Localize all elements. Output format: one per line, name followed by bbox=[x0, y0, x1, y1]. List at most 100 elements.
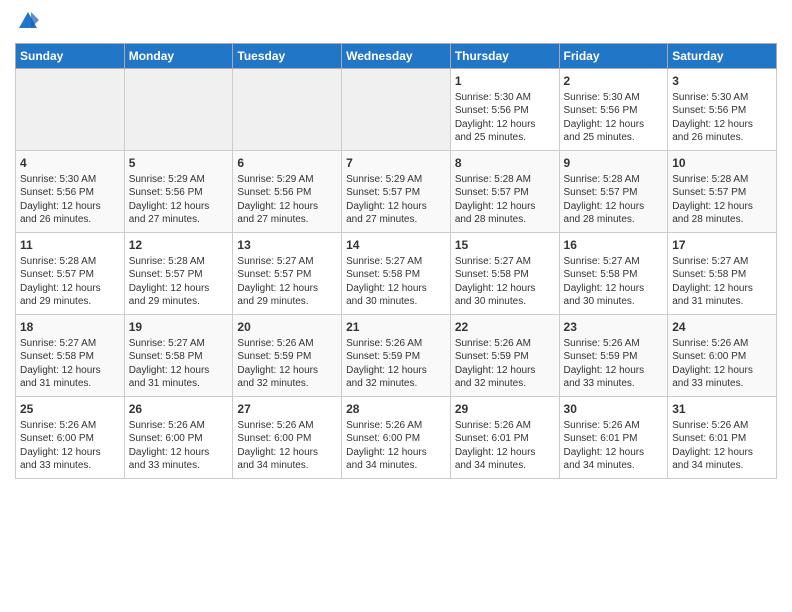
page-container: SundayMondayTuesdayWednesdayThursdayFrid… bbox=[0, 0, 792, 489]
cell-text: and 25 minutes. bbox=[564, 131, 664, 145]
day-header: Friday bbox=[559, 43, 668, 68]
calendar-cell: 12Sunrise: 5:28 AMSunset: 5:57 PMDayligh… bbox=[124, 232, 233, 314]
cell-text: Sunset: 6:00 PM bbox=[672, 350, 772, 364]
day-number: 21 bbox=[346, 319, 446, 335]
cell-text: Sunrise: 5:29 AM bbox=[129, 173, 229, 187]
calendar-week-row: 18Sunrise: 5:27 AMSunset: 5:58 PMDayligh… bbox=[16, 314, 777, 396]
calendar-week-row: 4Sunrise: 5:30 AMSunset: 5:56 PMDaylight… bbox=[16, 150, 777, 232]
cell-text: Sunset: 5:59 PM bbox=[237, 350, 337, 364]
day-number: 11 bbox=[20, 237, 120, 253]
cell-text: and 33 minutes. bbox=[20, 459, 120, 473]
calendar-week-row: 25Sunrise: 5:26 AMSunset: 6:00 PMDayligh… bbox=[16, 396, 777, 478]
cell-text: and 33 minutes. bbox=[129, 459, 229, 473]
cell-text: and 34 minutes. bbox=[672, 459, 772, 473]
day-number: 1 bbox=[455, 73, 555, 89]
cell-text: and 28 minutes. bbox=[455, 213, 555, 227]
cell-text: Daylight: 12 hours bbox=[346, 200, 446, 214]
cell-text: Daylight: 12 hours bbox=[564, 200, 664, 214]
day-header: Saturday bbox=[668, 43, 777, 68]
calendar-cell: 13Sunrise: 5:27 AMSunset: 5:57 PMDayligh… bbox=[233, 232, 342, 314]
cell-text: Sunrise: 5:27 AM bbox=[564, 255, 664, 269]
day-number: 9 bbox=[564, 155, 664, 171]
calendar-cell: 24 Sunrise: 5:26 AMSunset: 6:00 PMDayligh… bbox=[668, 314, 777, 396]
cell-text: Sunrise: 5:26 AM bbox=[20, 419, 120, 433]
cell-text: Sunset: 5:56 PM bbox=[455, 104, 555, 118]
calendar-week-row: 1Sunrise: 5:30 AMSunset: 5:56 PMDaylight… bbox=[16, 68, 777, 150]
cell-text: Daylight: 12 hours bbox=[455, 282, 555, 296]
cell-text: Daylight: 12 hours bbox=[346, 282, 446, 296]
day-number: 3 bbox=[672, 73, 772, 89]
cell-text: Sunrise: 5:28 AM bbox=[129, 255, 229, 269]
cell-text: Sunset: 5:56 PM bbox=[672, 104, 772, 118]
cell-text: Daylight: 12 hours bbox=[129, 200, 229, 214]
calendar-cell bbox=[342, 68, 451, 150]
day-number: 13 bbox=[237, 237, 337, 253]
cell-text: Sunrise: 5:27 AM bbox=[237, 255, 337, 269]
cell-text: Sunrise: 5:27 AM bbox=[455, 255, 555, 269]
cell-text: Sunrise: 5:26 AM bbox=[455, 337, 555, 351]
calendar-cell: 2Sunrise: 5:30 AMSunset: 5:56 PMDaylight… bbox=[559, 68, 668, 150]
cell-text: and 29 minutes. bbox=[20, 295, 120, 309]
cell-text: and 33 minutes. bbox=[672, 377, 772, 391]
cell-text: Daylight: 12 hours bbox=[672, 364, 772, 378]
cell-text: and 34 minutes. bbox=[346, 459, 446, 473]
cell-text: Sunset: 6:00 PM bbox=[129, 432, 229, 446]
cell-text: Daylight: 12 hours bbox=[346, 364, 446, 378]
cell-text: Sunset: 5:59 PM bbox=[564, 350, 664, 364]
day-number: 22 bbox=[455, 319, 555, 335]
day-number: 26 bbox=[129, 401, 229, 417]
calendar-cell: 18Sunrise: 5:27 AMSunset: 5:58 PMDayligh… bbox=[16, 314, 125, 396]
cell-text: Sunrise: 5:28 AM bbox=[672, 173, 772, 187]
cell-text: and 27 minutes. bbox=[129, 213, 229, 227]
calendar-cell: 6Sunrise: 5:29 AMSunset: 5:56 PMDaylight… bbox=[233, 150, 342, 232]
calendar-cell bbox=[233, 68, 342, 150]
cell-text: Sunrise: 5:27 AM bbox=[129, 337, 229, 351]
cell-text: and 33 minutes. bbox=[564, 377, 664, 391]
cell-text: Sunrise: 5:26 AM bbox=[672, 419, 772, 433]
cell-text: Daylight: 12 hours bbox=[20, 200, 120, 214]
cell-text: Daylight: 12 hours bbox=[20, 364, 120, 378]
day-number: 24 bbox=[672, 319, 772, 335]
cell-text: Daylight: 12 hours bbox=[346, 446, 446, 460]
day-number: 6 bbox=[237, 155, 337, 171]
cell-text: Sunrise: 5:26 AM bbox=[672, 337, 772, 351]
cell-text: Sunrise: 5:27 AM bbox=[346, 255, 446, 269]
calendar-cell: 8Sunrise: 5:28 AMSunset: 5:57 PMDaylight… bbox=[450, 150, 559, 232]
cell-text: Daylight: 12 hours bbox=[129, 282, 229, 296]
day-number: 23 bbox=[564, 319, 664, 335]
cell-text: and 28 minutes. bbox=[564, 213, 664, 227]
cell-text: Daylight: 12 hours bbox=[237, 364, 337, 378]
cell-text: Sunrise: 5:26 AM bbox=[564, 419, 664, 433]
cell-text: Sunset: 5:56 PM bbox=[129, 186, 229, 200]
day-header: Monday bbox=[124, 43, 233, 68]
calendar-cell: 26Sunrise: 5:26 AMSunset: 6:00 PMDayligh… bbox=[124, 396, 233, 478]
calendar-body: 1Sunrise: 5:30 AMSunset: 5:56 PMDaylight… bbox=[16, 68, 777, 478]
calendar-cell: 1Sunrise: 5:30 AMSunset: 5:56 PMDaylight… bbox=[450, 68, 559, 150]
calendar-cell: 17Sunrise: 5:27 AMSunset: 5:58 PMDayligh… bbox=[668, 232, 777, 314]
cell-text: Daylight: 12 hours bbox=[564, 446, 664, 460]
day-number: 27 bbox=[237, 401, 337, 417]
day-number: 5 bbox=[129, 155, 229, 171]
day-number: 16 bbox=[564, 237, 664, 253]
cell-text: Sunset: 5:58 PM bbox=[672, 268, 772, 282]
day-header: Tuesday bbox=[233, 43, 342, 68]
cell-text: Sunset: 5:57 PM bbox=[129, 268, 229, 282]
cell-text: and 34 minutes. bbox=[564, 459, 664, 473]
cell-text: Sunrise: 5:26 AM bbox=[237, 337, 337, 351]
cell-text: Sunrise: 5:29 AM bbox=[237, 173, 337, 187]
cell-text: Sunset: 6:01 PM bbox=[672, 432, 772, 446]
day-number: 8 bbox=[455, 155, 555, 171]
cell-text: Daylight: 12 hours bbox=[564, 282, 664, 296]
cell-text: Sunrise: 5:30 AM bbox=[20, 173, 120, 187]
calendar-cell: 10Sunrise: 5:28 AMSunset: 5:57 PMDayligh… bbox=[668, 150, 777, 232]
calendar-cell: 30Sunrise: 5:26 AMSunset: 6:01 PMDayligh… bbox=[559, 396, 668, 478]
cell-text: and 31 minutes. bbox=[129, 377, 229, 391]
cell-text: and 32 minutes. bbox=[455, 377, 555, 391]
cell-text: Sunset: 6:00 PM bbox=[20, 432, 120, 446]
cell-text: Daylight: 12 hours bbox=[672, 118, 772, 132]
calendar-cell: 31Sunrise: 5:26 AMSunset: 6:01 PMDayligh… bbox=[668, 396, 777, 478]
cell-text: and 30 minutes. bbox=[564, 295, 664, 309]
cell-text: Daylight: 12 hours bbox=[564, 118, 664, 132]
cell-text: Daylight: 12 hours bbox=[20, 446, 120, 460]
calendar-cell: 29Sunrise: 5:26 AMSunset: 6:01 PMDayligh… bbox=[450, 396, 559, 478]
